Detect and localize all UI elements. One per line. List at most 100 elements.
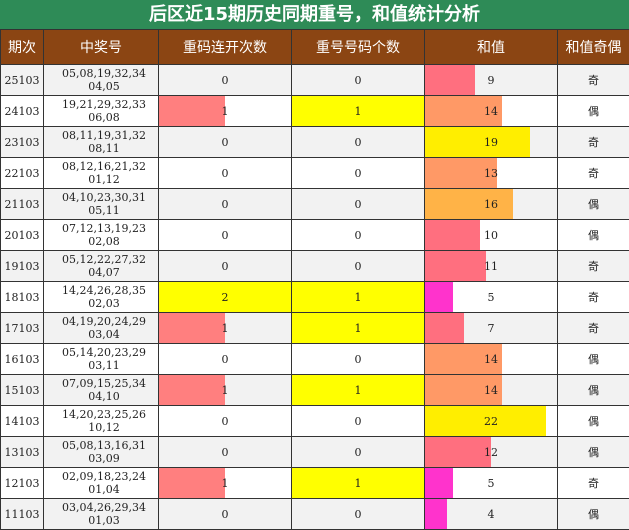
repeat-count-cell: 0 xyxy=(292,251,425,282)
table-row: 2110304,10,23,30,31 05,110016偶 xyxy=(1,189,629,220)
period-cell: 22103 xyxy=(1,158,44,189)
parity-cell: 偶 xyxy=(558,375,629,406)
table-row: 1710304,19,20,24,29 03,04117奇 xyxy=(1,313,629,344)
table-row: 2410319,21,29,32,33 06,081114偶 xyxy=(1,96,629,127)
repeat-count-value: 0 xyxy=(355,198,362,211)
repeat-count-value: 1 xyxy=(355,384,362,397)
stats-table: 期次 中奖号 重码连开次数 重号号码个数 和值 和值奇偶 2510305,08,… xyxy=(0,29,629,530)
period-cell: 13103 xyxy=(1,437,44,468)
sum-bar xyxy=(425,65,475,95)
sum-cell: 12 xyxy=(425,437,558,468)
sum-cell: 5 xyxy=(425,468,558,499)
sum-value: 12 xyxy=(484,446,498,459)
numbers-cell: 07,09,15,25,34 04,10 xyxy=(44,375,159,406)
period-cell: 15103 xyxy=(1,375,44,406)
period-cell: 24103 xyxy=(1,96,44,127)
repeat-count-cell: 0 xyxy=(292,437,425,468)
table-row: 2310308,11,19,31,32 08,110019奇 xyxy=(1,127,629,158)
repeat-streak-value: 2 xyxy=(222,291,229,304)
sum-bar xyxy=(425,468,453,498)
repeat-streak-cell: 1 xyxy=(159,468,292,499)
parity-cell: 奇 xyxy=(558,313,629,344)
sum-value: 5 xyxy=(488,477,495,490)
repeat-count-value: 0 xyxy=(355,136,362,149)
repeat-streak-cell: 1 xyxy=(159,96,292,127)
header-repeat-count: 重号号码个数 xyxy=(292,30,425,65)
repeat-streak-cell: 0 xyxy=(159,189,292,220)
sum-bar xyxy=(425,437,491,467)
chart-root: 后区近15期历史同期重号，和值统计分析 期次 中奖号 重码连开次数 重号号码个数… xyxy=(0,0,629,529)
sum-value: 5 xyxy=(488,291,495,304)
sum-cell: 22 xyxy=(425,406,558,437)
period-cell: 25103 xyxy=(1,65,44,96)
table-row: 1610305,14,20,23,29 03,110014偶 xyxy=(1,344,629,375)
table-row: 2510305,08,19,32,34 04,05009奇 xyxy=(1,65,629,96)
parity-cell: 奇 xyxy=(558,282,629,313)
sum-value: 14 xyxy=(484,105,498,118)
period-cell: 20103 xyxy=(1,220,44,251)
repeat-count-cell: 0 xyxy=(292,406,425,437)
parity-cell: 偶 xyxy=(558,96,629,127)
table-row: 1510307,09,15,25,34 04,10 1 1 14 偶 xyxy=(1,375,629,406)
sum-value: 14 xyxy=(484,384,498,397)
table-row: 2010307,12,13,19,23 02,080010偶 xyxy=(1,220,629,251)
repeat-streak-value: 0 xyxy=(222,74,229,87)
repeat-streak-cell: 0 xyxy=(159,251,292,282)
parity-cell: 偶 xyxy=(558,499,629,530)
numbers-cell: 05,08,19,32,34 04,05 xyxy=(44,65,159,96)
numbers-cell: 03,04,26,29,34 01,03 xyxy=(44,499,159,530)
repeat-streak-value: 0 xyxy=(222,167,229,180)
sum-cell: 11 xyxy=(425,251,558,282)
repeat-streak-bar xyxy=(159,313,225,343)
period-cell: 18103 xyxy=(1,282,44,313)
sum-value: 4 xyxy=(488,508,495,521)
period-cell: 21103 xyxy=(1,189,44,220)
repeat-count-cell: 1 xyxy=(292,468,425,499)
numbers-cell: 14,24,26,28,35 02,03 xyxy=(44,282,159,313)
header-row: 期次 中奖号 重码连开次数 重号号码个数 和值 和值奇偶 xyxy=(1,30,629,65)
numbers-cell: 14,20,23,25,26 10,12 xyxy=(44,406,159,437)
repeat-count-value: 1 xyxy=(355,291,362,304)
parity-cell: 偶 xyxy=(558,189,629,220)
table-row: 1410314,20,23,25,26 10,120022偶 xyxy=(1,406,629,437)
numbers-cell: 07,12,13,19,23 02,08 xyxy=(44,220,159,251)
repeat-streak-value: 1 xyxy=(222,477,229,490)
repeat-count-value: 1 xyxy=(355,105,362,118)
sum-cell: 19 xyxy=(425,127,558,158)
repeat-count-value: 1 xyxy=(355,322,362,335)
table-row: 1110303,04,26,29,34 01,03004偶 xyxy=(1,499,629,530)
sum-bar xyxy=(425,313,464,343)
header-numbers: 中奖号 xyxy=(44,30,159,65)
period-cell: 16103 xyxy=(1,344,44,375)
repeat-streak-value: 0 xyxy=(222,353,229,366)
parity-cell: 奇 xyxy=(558,468,629,499)
repeat-count-value: 0 xyxy=(355,260,362,273)
repeat-streak-cell: 0 xyxy=(159,344,292,375)
repeat-count-cell: 1 xyxy=(292,96,425,127)
parity-cell: 奇 xyxy=(558,127,629,158)
table-row: 1910305,12,22,27,32 04,070011奇 xyxy=(1,251,629,282)
table-body: 2510305,08,19,32,34 04,05009奇2410319,21,… xyxy=(1,65,629,530)
table-row: 1810314,24,26,28,35 02,03 2 1 5 奇 xyxy=(1,282,629,313)
repeat-streak-value: 1 xyxy=(222,384,229,397)
repeat-streak-cell: 0 xyxy=(159,406,292,437)
numbers-cell: 02,09,18,23,24 01,04 xyxy=(44,468,159,499)
table-row: 2210308,12,16,21,32 01,120013奇 xyxy=(1,158,629,189)
repeat-count-value: 0 xyxy=(355,167,362,180)
period-cell: 17103 xyxy=(1,313,44,344)
sum-cell: 4 xyxy=(425,499,558,530)
repeat-count-cell: 0 xyxy=(292,65,425,96)
repeat-streak-cell: 1 xyxy=(159,313,292,344)
repeat-count-cell: 0 xyxy=(292,189,425,220)
chart-title: 后区近15期历史同期重号，和值统计分析 xyxy=(0,0,629,30)
repeat-streak-value: 0 xyxy=(222,229,229,242)
sum-value: 11 xyxy=(484,260,498,273)
sum-bar xyxy=(425,127,530,157)
parity-cell: 奇 xyxy=(558,158,629,189)
repeat-streak-value: 0 xyxy=(222,415,229,428)
sum-cell: 7 xyxy=(425,313,558,344)
sum-cell: 13 xyxy=(425,158,558,189)
repeat-count-cell: 0 xyxy=(292,344,425,375)
sum-value: 10 xyxy=(484,229,498,242)
sum-cell: 16 xyxy=(425,189,558,220)
